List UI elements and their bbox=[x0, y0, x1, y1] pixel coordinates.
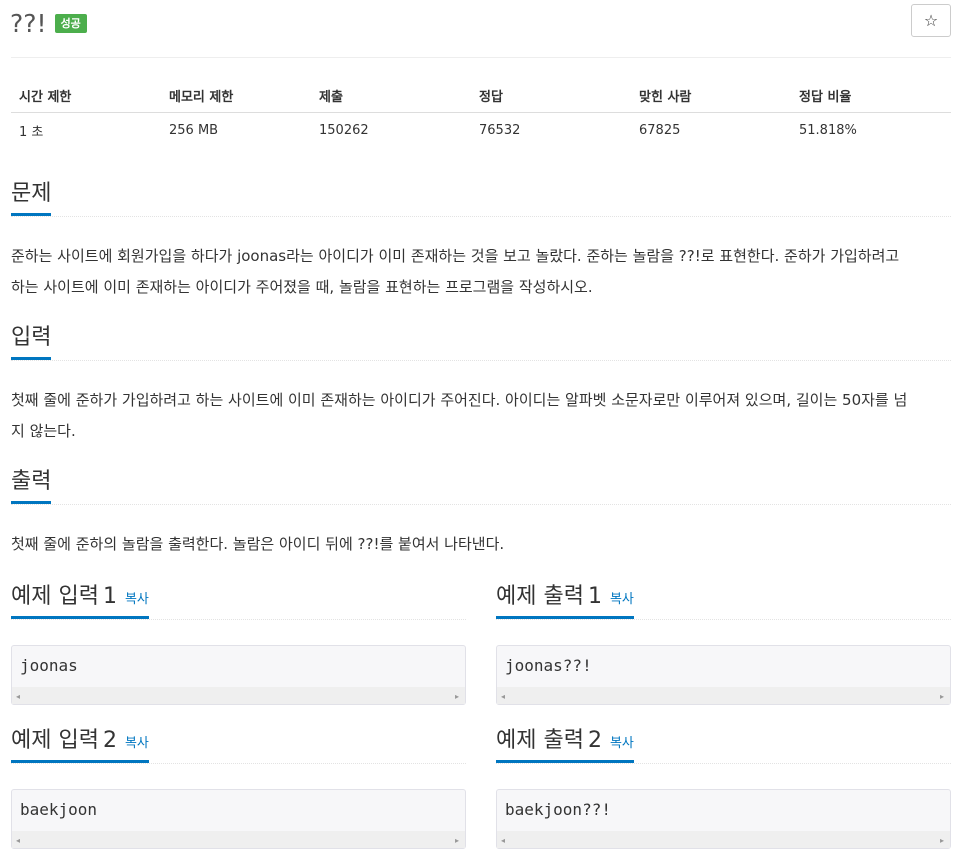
sample-number: 1 bbox=[587, 584, 602, 609]
horizontal-scrollbar[interactable]: ◂ ▸ bbox=[12, 831, 465, 848]
input-section-header: 입력 bbox=[11, 325, 951, 361]
copy-button[interactable]: 복사 bbox=[610, 592, 634, 607]
horizontal-scrollbar[interactable]: ◂ ▸ bbox=[497, 831, 950, 848]
input-section-title: 입력 bbox=[11, 325, 52, 361]
header-submissions: 제출 bbox=[311, 80, 471, 113]
sample-number: 2 bbox=[102, 728, 117, 753]
problem-section-title: 문제 bbox=[11, 181, 52, 217]
sample-output-1-box[interactable]: joonas??! ◂ ▸ bbox=[496, 645, 951, 705]
sample-output-2-header: 예제 출력 2 복사 bbox=[496, 728, 951, 764]
input-line: 지 않는다. bbox=[11, 422, 76, 440]
copy-button[interactable]: 복사 bbox=[125, 736, 149, 751]
sample-label: 예제 출력 bbox=[496, 584, 584, 609]
sample-output-2-box[interactable]: baekjoon??! ◂ ▸ bbox=[496, 789, 951, 849]
value-solvers: 67825 bbox=[639, 122, 681, 138]
scroll-left-icon[interactable]: ◂ bbox=[501, 836, 505, 845]
sample-code: baekjoon bbox=[20, 800, 98, 819]
copy-button[interactable]: 복사 bbox=[610, 736, 634, 751]
scroll-right-icon[interactable]: ▸ bbox=[455, 836, 459, 845]
page-title: ??! bbox=[10, 8, 47, 38]
scroll-left-icon[interactable]: ◂ bbox=[501, 692, 505, 701]
header-accepted: 정답 bbox=[471, 80, 631, 113]
sample-output-1-header: 예제 출력 1 복사 bbox=[496, 584, 951, 620]
sample-label: 예제 출력 bbox=[496, 728, 584, 753]
sample-code: baekjoon??! bbox=[505, 800, 611, 819]
problem-line: 하는 사이트에 이미 존재하는 아이디가 주어졌을 때, 놀람을 표현하는 프로… bbox=[11, 278, 593, 296]
table-header-row: 시간 제한 메모리 제한 제출 정답 맞힌 사람 정답 비율 bbox=[11, 80, 951, 113]
input-line: 첫째 줄에 준하가 가입하려고 하는 사이트에 이미 존재하는 아이디가 주어진… bbox=[11, 391, 908, 409]
scroll-right-icon[interactable]: ▸ bbox=[455, 692, 459, 701]
sample-label: 예제 입력 bbox=[11, 584, 99, 609]
title-divider bbox=[11, 57, 951, 58]
input-description: 첫째 줄에 준하가 가입하려고 하는 사이트에 이미 존재하는 아이디가 주어진… bbox=[11, 385, 953, 447]
sample-number: 2 bbox=[587, 728, 602, 753]
header-solvers: 맞힌 사람 bbox=[631, 80, 791, 113]
star-button[interactable]: ☆ bbox=[911, 4, 951, 37]
sample-input-2-header: 예제 입력 2 복사 bbox=[11, 728, 466, 764]
value-memory-limit: 256 MB bbox=[169, 122, 219, 138]
value-time-limit: 1 초 bbox=[19, 124, 44, 140]
sample-output-2-title: 예제 출력 2 복사 bbox=[496, 728, 634, 764]
horizontal-scrollbar[interactable]: ◂ ▸ bbox=[497, 687, 950, 704]
value-submissions: 150262 bbox=[319, 122, 369, 138]
sample-output-1-title: 예제 출력 1 복사 bbox=[496, 584, 634, 620]
problem-line: 준하는 사이트에 회원가입을 하다가 joonas라는 아이디가 이미 존재하는… bbox=[11, 247, 900, 265]
sample-input-1-title: 예제 입력 1 복사 bbox=[11, 584, 149, 620]
title-row: ??! 성공 bbox=[10, 6, 87, 40]
scroll-left-icon[interactable]: ◂ bbox=[16, 836, 20, 845]
table-row: 1 초 256 MB 150262 76532 67825 51.818% bbox=[11, 112, 951, 148]
status-badge: 성공 bbox=[54, 13, 87, 33]
sample-input-1-header: 예제 입력 1 복사 bbox=[11, 584, 466, 620]
problem-description: 준하는 사이트에 회원가입을 하다가 joonas라는 아이디가 이미 존재하는… bbox=[11, 241, 953, 303]
sample-input-2-title: 예제 입력 2 복사 bbox=[11, 728, 149, 764]
problem-section-header: 문제 bbox=[11, 181, 951, 217]
scroll-left-icon[interactable]: ◂ bbox=[16, 692, 20, 701]
scroll-right-icon[interactable]: ▸ bbox=[940, 692, 944, 701]
horizontal-scrollbar[interactable]: ◂ ▸ bbox=[12, 687, 465, 704]
value-accepted: 76532 bbox=[479, 122, 521, 138]
output-description: 첫째 줄에 준하의 놀람을 출력한다. 놀람은 아이디 뒤에 ??!를 붙여서 … bbox=[11, 529, 953, 560]
sample-code: joonas??! bbox=[505, 656, 592, 675]
value-ratio: 51.818% bbox=[799, 122, 857, 138]
header-time-limit: 시간 제한 bbox=[11, 80, 161, 113]
sample-label: 예제 입력 bbox=[11, 728, 99, 753]
sample-input-2-box[interactable]: baekjoon ◂ ▸ bbox=[11, 789, 466, 849]
output-section-header: 출력 bbox=[11, 469, 951, 505]
header-memory-limit: 메모리 제한 bbox=[161, 80, 311, 113]
problem-info-table: 시간 제한 메모리 제한 제출 정답 맞힌 사람 정답 비율 1 초 256 M… bbox=[11, 80, 951, 148]
header-ratio: 정답 비율 bbox=[791, 80, 951, 113]
scroll-right-icon[interactable]: ▸ bbox=[940, 836, 944, 845]
sample-code: joonas bbox=[20, 656, 78, 675]
output-section-title: 출력 bbox=[11, 469, 52, 505]
sample-number: 1 bbox=[102, 584, 117, 609]
copy-button[interactable]: 복사 bbox=[125, 592, 149, 607]
output-line: 첫째 줄에 준하의 놀람을 출력한다. 놀람은 아이디 뒤에 ??!를 붙여서 … bbox=[11, 535, 505, 553]
star-icon: ☆ bbox=[923, 11, 939, 30]
sample-input-1-box[interactable]: joonas ◂ ▸ bbox=[11, 645, 466, 705]
